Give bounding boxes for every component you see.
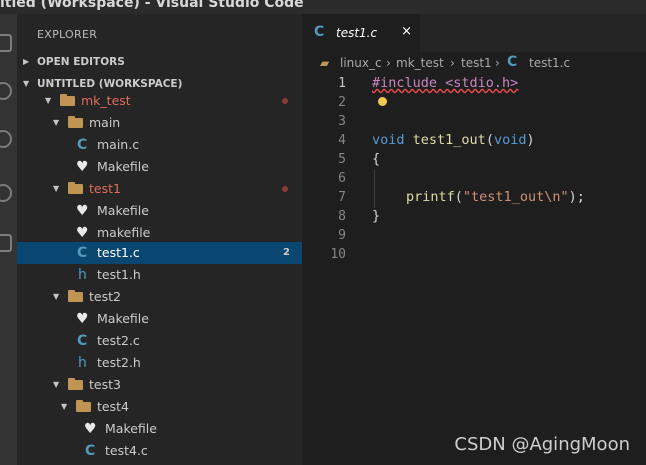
folder-open-icon (76, 396, 91, 418)
keyword-void-param: void (493, 132, 527, 148)
line-number: 1 (338, 76, 346, 91)
include-directive: #include <stdio.h> (372, 75, 519, 91)
keyword-void: void (372, 132, 405, 148)
h-file-icon: h (78, 355, 87, 371)
problem-count-badge: 2 (283, 247, 290, 258)
close-icon[interactable]: × (401, 24, 412, 39)
tab-label: test1.c (336, 26, 378, 40)
search-icon[interactable] (0, 82, 12, 100)
c-file-icon: C (77, 245, 88, 261)
paren-close: ); (568, 189, 585, 205)
folder-open-icon (68, 178, 83, 200)
code-line-4: void test1_out(void) (372, 132, 535, 148)
line-number: 3 (338, 114, 346, 129)
window-title: itled (Workspace) - Visual Studio Code (0, 0, 304, 11)
tree-file-test4-c[interactable]: C test4.c (17, 440, 302, 462)
tree-file-makefile[interactable]: ♥ Makefile (17, 200, 302, 222)
explorer-title: EXPLORER (37, 28, 98, 41)
chevron-right-icon: › (450, 56, 455, 70)
code-line-8: } (372, 208, 381, 224)
string-literal: "test1_out\n" (462, 189, 569, 205)
tree-file-test1-c[interactable]: C test1.c 2 (17, 242, 302, 264)
line-number: 10 (330, 247, 346, 262)
files-icon[interactable] (0, 34, 12, 52)
tree-file-main-c[interactable]: C main.c (17, 134, 302, 156)
tab-test1-c[interactable]: C test1.c × (302, 14, 420, 52)
indent-guide (374, 170, 375, 208)
folder-icon: ▰ (320, 56, 330, 70)
chevron-down-icon: ▼ (61, 402, 68, 411)
chevron-down-icon: ▼ (53, 118, 60, 127)
paren-close: ) (526, 132, 535, 148)
tree-folder-test3[interactable]: ▼ test3 (17, 374, 302, 396)
code-line-7: printf("test1_out\n"); (406, 189, 585, 205)
extensions-icon[interactable] (0, 234, 12, 252)
breadcrumb: ▰ linux_c › mk_test › test1 › C test1.c (302, 52, 646, 74)
tree-folder-main[interactable]: ▼ main (17, 112, 302, 134)
line-number: 4 (338, 133, 346, 148)
modified-dot-icon (282, 186, 288, 192)
chevron-right-icon: › (386, 56, 391, 70)
tree-file-makefile[interactable]: ♥ Makefile (17, 308, 302, 330)
line-number: 7 (338, 190, 346, 205)
tree-folder-mk-test[interactable]: ▼ mk_test (17, 90, 302, 112)
tree-file-test2-c[interactable]: C test2.c (17, 330, 302, 352)
makefile-icon: ♥ (76, 203, 89, 219)
chevron-down-icon: ▼ (45, 96, 52, 105)
tree-folder-test2[interactable]: ▼ test2 (17, 286, 302, 308)
lightbulb-icon[interactable] (378, 97, 387, 106)
tree-folder-test1[interactable]: ▼ test1 (17, 178, 302, 200)
makefile-icon: ♥ (76, 225, 89, 241)
chevron-right-icon: ▶ (23, 57, 30, 66)
folder-open-icon (60, 90, 75, 112)
c-file-icon: C (314, 24, 325, 40)
makefile-icon: ♥ (84, 421, 97, 437)
open-editors-section[interactable]: ▶ OPEN EDITORS (17, 51, 302, 73)
code-line-5: { (372, 151, 381, 167)
debug-icon[interactable] (0, 184, 12, 202)
code-line-1: #include <stdio.h> (372, 75, 518, 91)
c-file-icon: C (77, 333, 88, 349)
c-file-icon: C (77, 137, 88, 153)
folder-open-icon (68, 286, 83, 308)
tree-file-test2-h[interactable]: h test2.h (17, 352, 302, 374)
line-number: 5 (338, 152, 346, 167)
chevron-down-icon: ▼ (53, 184, 60, 193)
tree-file-makefile[interactable]: ♥ Makefile (17, 418, 302, 440)
tree-file-makefile-lower[interactable]: ♥ makefile (17, 222, 302, 244)
function-name: test1_out (412, 132, 486, 148)
folder-open-icon (68, 112, 83, 134)
line-number: 8 (338, 209, 346, 224)
line-number: 6 (338, 171, 346, 186)
line-number: 9 (338, 228, 346, 243)
source-control-icon[interactable] (0, 130, 12, 148)
breadcrumb-item[interactable]: linux_c (340, 56, 382, 70)
activity-bar (0, 14, 17, 465)
watermark: CSDN @AgingMoon (454, 434, 630, 455)
line-number: 2 (338, 95, 346, 110)
h-file-icon: h (78, 267, 87, 283)
chevron-right-icon: › (495, 56, 500, 70)
chevron-down-icon: ▼ (53, 380, 60, 389)
explorer-sidebar: EXPLORER ▶ OPEN EDITORS ▼ UNTITLED (WORK… (17, 14, 302, 465)
title-bar: itled (Workspace) - Visual Studio Code (0, 0, 646, 14)
paren-open: ( (485, 132, 494, 148)
tree-file-makefile[interactable]: ♥ Makefile (17, 156, 302, 178)
folder-open-icon (68, 374, 83, 396)
c-file-icon: C (85, 443, 96, 459)
code-editor[interactable]: 1 2 3 4 5 6 7 8 9 10 #include <stdio.h> … (302, 74, 646, 465)
makefile-icon: ♥ (76, 311, 89, 327)
call-printf: printf (406, 189, 455, 205)
tree-folder-test4[interactable]: ▼ test4 (17, 396, 302, 418)
tree-file-test1-h[interactable]: h test1.h (17, 264, 302, 286)
modified-dot-icon (282, 98, 288, 104)
breadcrumb-item[interactable]: mk_test (396, 56, 444, 70)
paren-open: ( (454, 189, 463, 205)
chevron-down-icon: ▼ (53, 292, 60, 301)
breadcrumb-item[interactable]: test1 (461, 56, 492, 70)
breadcrumb-item[interactable]: test1.c (529, 56, 570, 70)
c-file-icon: C (507, 54, 518, 70)
editor-tab-bar: C test1.c × (302, 14, 646, 52)
makefile-icon: ♥ (76, 159, 89, 175)
